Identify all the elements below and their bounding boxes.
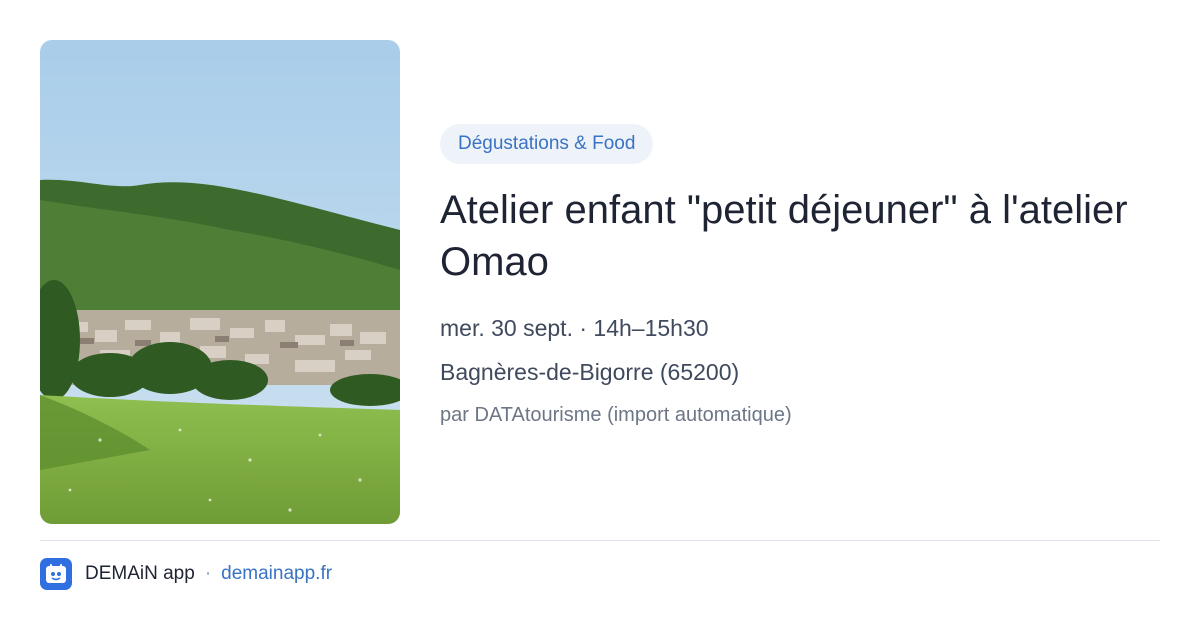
event-title: Atelier enfant "petit déjeuner" à l'atel… <box>440 188 1128 284</box>
event-source: par DATAtourisme (import automatique) <box>440 404 792 426</box>
footer-divider <box>40 540 1160 541</box>
event-location: Bagnères-de-Bigorre (65200) <box>440 359 740 385</box>
app-logo-icon <box>40 558 72 590</box>
event-datetime: mer. 30 sept. · 14h–15h30 <box>440 315 709 341</box>
app-name: DEMAiN app <box>85 563 195 584</box>
footer: DEMAiN app · demainapp.fr <box>40 558 332 590</box>
category-tag[interactable]: Dégustations & Food <box>440 124 654 164</box>
event-photo <box>40 40 400 524</box>
footer-separator: · <box>204 563 212 584</box>
site-link[interactable]: demainapp.fr <box>221 563 332 585</box>
